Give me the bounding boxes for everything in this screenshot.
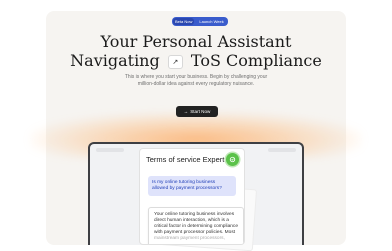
arrow-up-right-icon: ↗ (167, 54, 183, 69)
start-now-button[interactable]: → Start Now (176, 106, 218, 117)
assistant-message-main: Your online tutoring business involves d… (154, 212, 238, 235)
hero-title-line2: Navigating ↗ ToS Compliance (0, 52, 392, 70)
assistant-avatar-icon (226, 153, 239, 166)
start-now-label: Start Now (190, 109, 211, 114)
laptop-toolbar-right (268, 148, 296, 152)
hero-title-part-b: ToS Compliance (190, 51, 322, 70)
chat-title: Terms of service Expert (146, 155, 225, 164)
arrow-right-icon: → (183, 109, 189, 114)
launch-week-text: Launch Week (199, 19, 224, 24)
assistant-message-fade: mainstream payment processors, (154, 236, 225, 241)
laptop-toolbar-left (96, 148, 124, 152)
user-message: Is my online tutoring business allowed b… (148, 176, 236, 196)
hero-title-part-a: Navigating (70, 51, 160, 70)
beta-tag: Beta Now (173, 18, 195, 25)
assistant-message: Your online tutoring business involves d… (148, 207, 244, 244)
hero-title-line1: Your Personal Assistant (100, 32, 292, 51)
announcement-pill[interactable]: Beta Now Launch Week (172, 17, 228, 26)
chat-window: Terms of service Expert Is my online tut… (139, 148, 245, 245)
hero-subtitle: This is where you start your business. B… (124, 74, 268, 87)
